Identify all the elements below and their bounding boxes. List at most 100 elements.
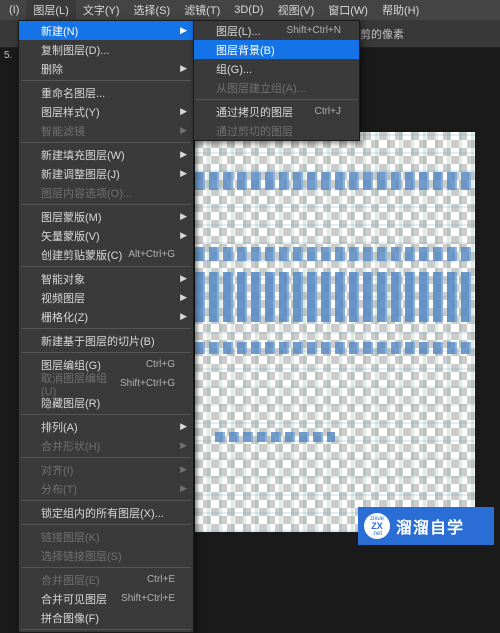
menu-item[interactable]: 新建调整图层(J) ▶ xyxy=(19,164,193,183)
menu-separator xyxy=(21,500,191,501)
menu-item-label: 拼合图像(F) xyxy=(41,610,99,626)
menu-item[interactable]: 新建填充图层(W)▶ xyxy=(19,145,193,164)
menu-item: 对齐(I) ▶ xyxy=(19,460,193,479)
menu-item[interactable]: 通过拷贝的图层 Ctrl+J xyxy=(194,102,359,121)
menu-item-label: 创建剪贴蒙版(C) xyxy=(41,247,122,263)
menu-item-label: 合并形状(H) xyxy=(41,438,100,454)
menu-item-label: 图层蒙版(M) xyxy=(41,209,102,225)
menubar-item[interactable]: 滤镜(T) xyxy=(177,0,227,20)
menu-item-label: 选择链接图层(S) xyxy=(41,548,122,564)
submenu-arrow-icon: ▶ xyxy=(180,106,187,117)
menu-item-label: 图层背景(B) xyxy=(216,42,275,58)
submenu-arrow-icon: ▶ xyxy=(180,273,187,284)
menubar-item[interactable]: 3D(D) xyxy=(227,2,270,18)
submenu-arrow-icon: ▶ xyxy=(180,311,187,322)
menu-item-label: 分布(T) xyxy=(41,481,77,497)
submenu-arrow-icon: ▶ xyxy=(180,483,187,494)
menu-separator xyxy=(21,142,191,143)
menubar-item[interactable]: 视图(V) xyxy=(271,0,322,20)
submenu-arrow-icon: ▶ xyxy=(180,230,187,241)
menu-item[interactable]: 重命名图层... xyxy=(19,83,193,102)
menu-item-label: 图层内容选项(O)... xyxy=(41,185,132,201)
menu-item-shortcut: Ctrl+J xyxy=(315,106,341,117)
menu-separator xyxy=(21,629,191,630)
menu-item-label: 链接图层(K) xyxy=(41,529,100,545)
menu-item[interactable]: 新建(N)▶ xyxy=(19,21,193,40)
menu-item-label: 视频图层 xyxy=(41,290,85,306)
menu-item[interactable]: 新建基于图层的切片(B) xyxy=(19,331,193,350)
submenu-arrow-icon: ▶ xyxy=(180,292,187,303)
menu-item: 从图层建立组(A)... xyxy=(194,78,359,97)
menu-item-label: 新建填充图层(W) xyxy=(41,147,125,163)
menu-item-label: 矢量蒙版(V) xyxy=(41,228,100,244)
menu-item-label: 对齐(I) xyxy=(41,462,73,478)
menubar-item[interactable]: 窗口(W) xyxy=(321,0,375,20)
menu-item[interactable]: 智能对象 ▶ xyxy=(19,269,193,288)
menu-separator xyxy=(21,567,191,568)
menu-item-label: 合并图层(E) xyxy=(41,572,100,588)
watermark-logo-big: ZX xyxy=(371,522,383,531)
menu-item-label: 图层(L)... xyxy=(216,23,261,39)
menu-item[interactable]: 拼合图像(F) xyxy=(19,608,193,627)
menu-item[interactable]: 创建剪贴蒙版(C) Alt+Ctrl+G xyxy=(19,245,193,264)
menu-item-label: 通过拷贝的图层 xyxy=(216,104,293,120)
menu-separator xyxy=(21,352,191,353)
canvas-area[interactable] xyxy=(195,132,475,532)
menu-item[interactable]: 排列(A) ▶ xyxy=(19,417,193,436)
menu-item: 智能滤镜▶ xyxy=(19,121,193,140)
menu-item[interactable]: 图层背景(B) xyxy=(194,40,359,59)
menu-item-label: 智能对象 xyxy=(41,271,85,287)
menu-item[interactable]: 图层(L)... Shift+Ctrl+N xyxy=(194,21,359,40)
menu-item-shortcut: Alt+Ctrl+G xyxy=(128,249,175,260)
image-stripe xyxy=(195,247,475,261)
menu-item-label: 重命名图层... xyxy=(41,85,105,101)
menu-item-shortcut: Shift+Ctrl+G xyxy=(120,378,175,389)
menu-item[interactable]: 合并可见图层Shift+Ctrl+E xyxy=(19,589,193,608)
layer-menu: 新建(N)▶复制图层(D)...删除▶重命名图层...图层样式(Y)▶智能滤镜▶… xyxy=(18,20,194,633)
menubar-item[interactable]: (I) xyxy=(2,2,26,18)
menu-item[interactable]: 图层蒙版(M) ▶ xyxy=(19,207,193,226)
menubar-item[interactable]: 帮助(H) xyxy=(375,0,426,20)
submenu-arrow-icon: ▶ xyxy=(180,125,187,136)
menu-separator xyxy=(196,99,357,100)
image-stripe xyxy=(195,272,475,322)
menu-item-label: 新建基于图层的切片(B) xyxy=(41,333,155,349)
sidebar-tab: 5. xyxy=(4,50,12,61)
menu-item[interactable]: 视频图层 ▶ xyxy=(19,288,193,307)
menu-item: 取消图层编组(U)Shift+Ctrl+G xyxy=(19,374,193,393)
menu-item-label: 新建调整图层(J) xyxy=(41,166,120,182)
menu-item[interactable]: 组(G)... xyxy=(194,59,359,78)
image-stripe xyxy=(195,172,475,190)
menubar: (I)图层(L)文字(Y)选择(S)滤镜(T)3D(D)视图(V)窗口(W)帮助… xyxy=(0,0,500,20)
menu-item[interactable]: 矢量蒙版(V) ▶ xyxy=(19,226,193,245)
menu-item[interactable]: 复制图层(D)... xyxy=(19,40,193,59)
menu-item: 合并图层(E)Ctrl+E xyxy=(19,570,193,589)
menu-separator xyxy=(21,266,191,267)
menu-item[interactable]: 删除▶ xyxy=(19,59,193,78)
menu-separator xyxy=(21,328,191,329)
submenu-arrow-icon: ▶ xyxy=(180,464,187,475)
menu-item-shortcut: Shift+Ctrl+N xyxy=(287,25,341,36)
menu-item[interactable]: 锁定组内的所有图层(X)... xyxy=(19,503,193,522)
menu-separator xyxy=(21,457,191,458)
menu-item-label: 通过剪切的图层 xyxy=(216,123,293,139)
submenu-arrow-icon: ▶ xyxy=(180,421,187,432)
menu-separator xyxy=(21,414,191,415)
menu-item[interactable]: 栅格化(Z)▶ xyxy=(19,307,193,326)
menu-item: 分布(T) ▶ xyxy=(19,479,193,498)
menubar-item[interactable]: 图层(L) xyxy=(26,0,75,20)
menubar-item[interactable]: 选择(S) xyxy=(127,0,178,20)
watermark-logo: zixue ZX .net xyxy=(364,513,390,539)
submenu-arrow-icon: ▶ xyxy=(180,63,187,74)
menu-item: 选择链接图层(S) xyxy=(19,546,193,565)
menu-item-label: 图层样式(Y) xyxy=(41,104,100,120)
menu-item-label: 排列(A) xyxy=(41,419,78,435)
menu-separator xyxy=(21,204,191,205)
submenu-arrow-icon: ▶ xyxy=(180,211,187,222)
menu-item: 链接图层(K) xyxy=(19,527,193,546)
menubar-item[interactable]: 文字(Y) xyxy=(76,0,127,20)
menu-item[interactable]: 图层样式(Y) ▶ xyxy=(19,102,193,121)
menu-separator xyxy=(21,80,191,81)
submenu-arrow-icon: ▶ xyxy=(180,168,187,179)
menu-item[interactable]: 隐藏图层(R) xyxy=(19,393,193,412)
